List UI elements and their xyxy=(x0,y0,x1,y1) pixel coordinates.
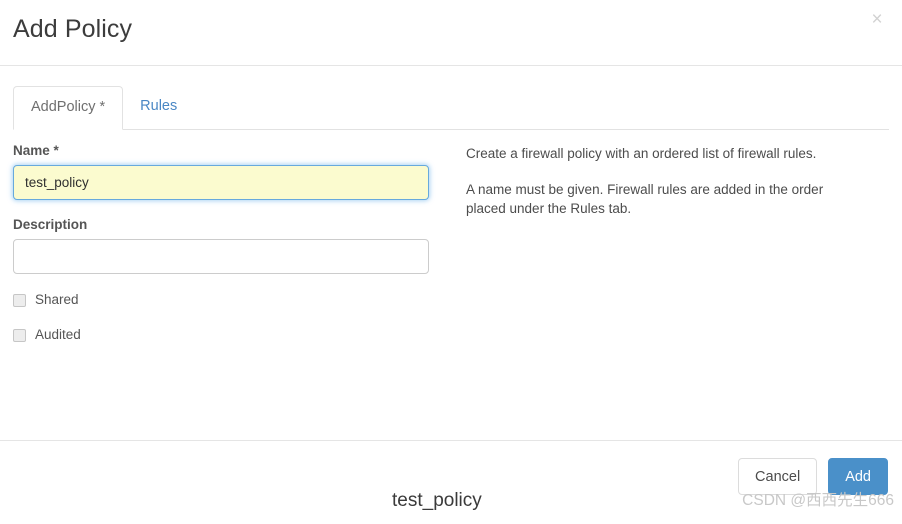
help-panel: Create a firewall policy with an ordered… xyxy=(466,144,866,235)
help-paragraph-1: Create a firewall policy with an ordered… xyxy=(466,146,817,161)
policy-name-text: test_policy xyxy=(392,490,482,511)
modal-body: Name * Description Shared Audited Create… xyxy=(0,130,902,440)
watermark: CSDN @西西先生666 xyxy=(742,492,894,509)
required-marker: * xyxy=(53,143,59,158)
shared-checkbox-label[interactable]: Shared xyxy=(35,292,79,308)
tab-strip: AddPolicy * Rules xyxy=(13,86,889,130)
audited-checkbox[interactable] xyxy=(13,328,26,342)
name-label-text: Name xyxy=(13,143,50,158)
tab-addpolicy[interactable]: AddPolicy * xyxy=(13,86,124,130)
audited-checkbox-label[interactable]: Audited xyxy=(35,327,81,343)
audited-checkbox-row[interactable]: Audited xyxy=(13,327,433,343)
tab-rules[interactable]: Rules xyxy=(123,86,194,130)
name-field-block: Name * xyxy=(13,142,433,200)
name-label: Name * xyxy=(13,142,433,159)
shared-checkbox[interactable] xyxy=(13,293,26,307)
close-icon[interactable]: × xyxy=(866,9,888,31)
page-content-below-modal: test_policy CSDN @西西先生666 xyxy=(0,488,902,524)
name-input[interactable] xyxy=(13,165,429,200)
shared-checkbox-row[interactable]: Shared xyxy=(13,292,433,308)
description-label: Description xyxy=(13,217,88,232)
description-input[interactable] xyxy=(13,239,429,274)
page-title: Add Policy xyxy=(13,15,133,43)
help-paragraph-2: A name must be given. Firewall rules are… xyxy=(466,181,824,217)
modal-header: Add Policy × xyxy=(0,0,902,66)
description-field-block: Description xyxy=(13,216,433,274)
add-policy-modal: Add Policy × AddPolicy * Rules Name * De… xyxy=(0,0,902,495)
policy-form: Name * Description Shared Audited xyxy=(13,142,433,362)
